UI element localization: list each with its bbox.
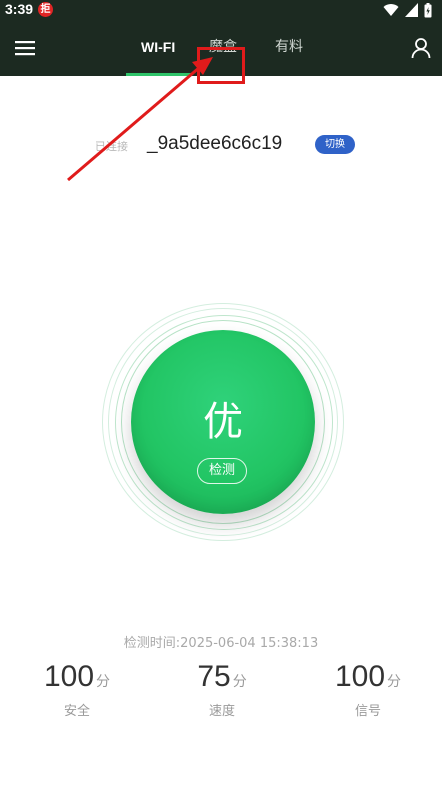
status-icons bbox=[383, 2, 432, 18]
detect-time: 检测时间:2025-06-04 15:38:13 bbox=[123, 636, 319, 651]
battery-icon bbox=[424, 2, 432, 17]
wifi-icon bbox=[383, 4, 399, 17]
connected-label: 已连接 bbox=[95, 140, 128, 153]
stat-label: 安全 bbox=[63, 704, 90, 719]
top-app-bar: WI-FI 魔盒 有料 bbox=[0, 20, 442, 84]
stat-label: 速度 bbox=[208, 704, 235, 719]
notification-badge-icon: 拒 bbox=[38, 2, 53, 17]
hamburger-menu-icon[interactable] bbox=[14, 38, 36, 58]
stat-unit: 分 bbox=[96, 674, 111, 690]
network-score-circle[interactable]: 优 检测 bbox=[131, 330, 315, 514]
status-bar: 3:39 拒 bbox=[0, 0, 442, 20]
stat-unit: 分 bbox=[232, 674, 247, 690]
stat-safety: 100 分 安全 bbox=[17, 660, 137, 719]
user-icon[interactable] bbox=[410, 37, 432, 59]
stat-speed: 75 分 速度 bbox=[162, 660, 282, 719]
status-time: 3:39 bbox=[5, 1, 34, 17]
stat-unit: 分 bbox=[387, 674, 402, 690]
active-tab-indicator bbox=[126, 73, 191, 76]
stat-signal: 100 分 信号 bbox=[308, 660, 428, 719]
stat-value: 75 bbox=[197, 660, 231, 693]
network-grade: 优 bbox=[203, 399, 243, 445]
switch-network-button[interactable]: 切换 bbox=[315, 135, 355, 154]
stat-value: 100 bbox=[43, 660, 95, 693]
tab-youliao[interactable]: 有料 bbox=[275, 37, 303, 57]
signal-icon bbox=[405, 3, 418, 17]
detect-button[interactable]: 检测 bbox=[197, 458, 247, 484]
tab-wifi[interactable]: WI-FI bbox=[141, 37, 175, 57]
stat-label: 信号 bbox=[354, 704, 381, 719]
annotation-highlight-box bbox=[197, 47, 245, 84]
stat-value: 100 bbox=[334, 660, 386, 693]
wifi-ssid: _9a5dee6c6c19 bbox=[147, 133, 283, 154]
